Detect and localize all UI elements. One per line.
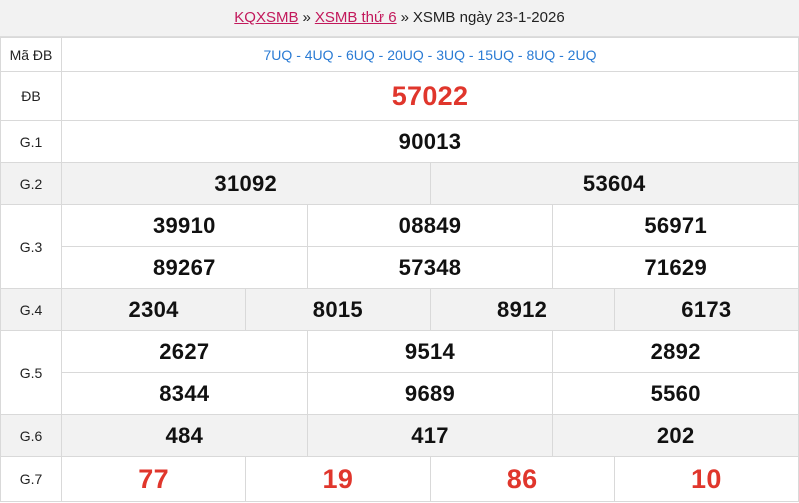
g2-number: 53604 <box>582 170 646 196</box>
g7-number: 10 <box>691 463 722 494</box>
label-g7: G.7 <box>0 456 62 502</box>
g5-number: 2892 <box>650 338 701 364</box>
label-ma-db: Mã ĐB <box>0 37 62 72</box>
special-prize-number: 57022 <box>391 80 469 111</box>
label-g3: G.3 <box>0 204 62 289</box>
g5-number: 9689 <box>404 380 456 406</box>
label-g6: G.6 <box>0 414 62 457</box>
label-g4: G.4 <box>0 288 62 331</box>
g5-number: 5560 <box>650 380 701 406</box>
label-g1: G.1 <box>0 120 62 163</box>
g5-number: 2627 <box>159 338 210 364</box>
g1-number: 90013 <box>398 128 462 154</box>
breadcrumb-link-kqxsmb[interactable]: KQXSMB <box>234 9 298 26</box>
g3-number: 56971 <box>644 212 708 238</box>
g4-number: 2304 <box>128 296 179 322</box>
g7-number: 86 <box>506 463 538 494</box>
g6-number: 484 <box>165 422 204 448</box>
g4-number: 8015 <box>312 296 363 322</box>
results-table: Mã ĐB 7UQ - 4UQ - 6UQ - 20UQ - 3UQ - 15U… <box>0 37 799 502</box>
g7-number: 77 <box>138 463 169 494</box>
g3-number: 89267 <box>152 254 216 280</box>
g3-number: 39910 <box>152 212 216 238</box>
g6-number: 417 <box>411 422 449 448</box>
label-g5: G.5 <box>0 330 62 415</box>
breadcrumb-separator: » <box>302 9 311 26</box>
g3-number: 08849 <box>398 212 462 238</box>
breadcrumb-separator: » <box>400 9 409 26</box>
g2-number: 31092 <box>214 170 278 196</box>
g4-number: 8912 <box>497 296 548 322</box>
label-g2: G.2 <box>0 162 62 205</box>
label-db: ĐB <box>0 71 62 121</box>
g5-number: 9514 <box>404 338 456 364</box>
g3-number: 57348 <box>398 254 462 280</box>
g4-number: 6173 <box>681 296 732 322</box>
g5-number: 8344 <box>159 380 210 406</box>
g7-number: 19 <box>322 463 354 494</box>
breadcrumb: KQXSMB» XSMB thứ 6» XSMB ngày 23-1-2026 <box>0 0 799 37</box>
g3-number: 71629 <box>644 254 708 280</box>
ma-db-codes: 7UQ - 4UQ - 6UQ - 20UQ - 3UQ - 15UQ - 8U… <box>61 37 799 72</box>
breadcrumb-link-xsmb-thu6[interactable]: XSMB thứ 6 <box>315 9 397 26</box>
breadcrumb-current: XSMB ngày 23-1-2026 <box>412 9 565 26</box>
g6-number: 202 <box>656 422 695 448</box>
